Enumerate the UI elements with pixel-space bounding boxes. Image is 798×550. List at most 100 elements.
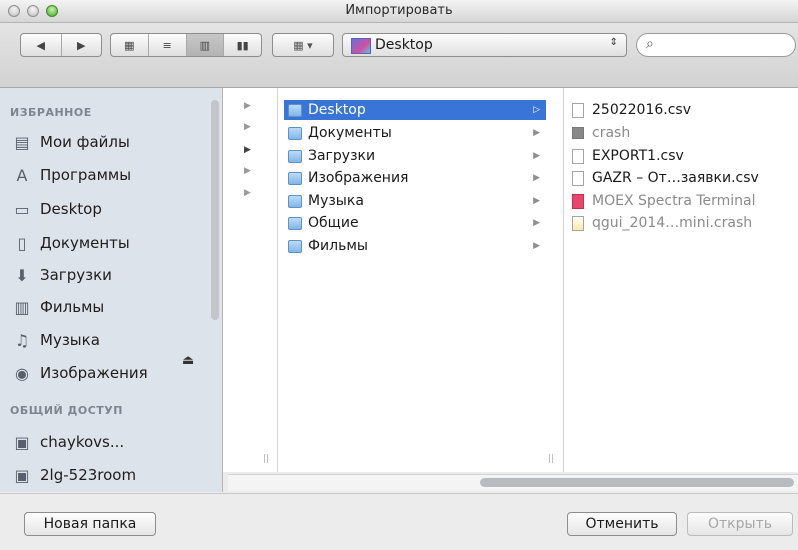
list-item: crash bbox=[572, 123, 630, 143]
column-2: Desktop ▷ Документы ▶ Загрузки ▶ Изображ… bbox=[278, 88, 564, 472]
sidebar: ИЗБРАННОЕ ▤ Мои файлы A Программы ▭ Desk… bbox=[0, 88, 223, 492]
sidebar-item-label: Загрузки bbox=[40, 266, 112, 284]
location-label: Desktop bbox=[375, 37, 433, 53]
computer-icon: ▣ bbox=[14, 432, 30, 452]
all-files-icon: ▤ bbox=[14, 132, 30, 152]
folder-icon bbox=[288, 103, 302, 117]
computer-icon: ▣ bbox=[14, 465, 30, 485]
document-icon bbox=[572, 102, 584, 118]
chevron-right-icon: ▶ bbox=[244, 145, 251, 155]
column-view-icon: ▥ bbox=[199, 38, 211, 52]
sidebar-item-label: Музыка bbox=[40, 331, 100, 349]
search-field[interactable]: ⌕ bbox=[636, 33, 796, 57]
list-view-button[interactable]: ≡ bbox=[149, 34, 187, 56]
folder-icon bbox=[288, 171, 302, 185]
document-icon bbox=[572, 148, 584, 164]
chevron-right-icon: ▶ bbox=[533, 241, 540, 251]
column-3: 25022016.csv crash EXPORT1.csv GAZR – От… bbox=[564, 88, 798, 472]
sidebar-item-music[interactable]: ♫ Музыка bbox=[12, 327, 100, 353]
list-item: qgui_2014…mini.crash bbox=[572, 213, 752, 233]
list-item[interactable]: Desktop ▷ bbox=[284, 100, 546, 120]
arrange-menu-button[interactable]: ▦ ▾ bbox=[272, 33, 334, 57]
coverflow-view-button[interactable]: ▮▮ bbox=[224, 34, 261, 56]
window-title: Импортировать bbox=[345, 3, 453, 18]
sidebar-item-shared-computer-2[interactable]: ▣ 2lg-523room bbox=[12, 462, 136, 488]
forward-button[interactable]: ▶ bbox=[62, 34, 102, 56]
list-item[interactable]: Документы ▶ bbox=[288, 123, 546, 143]
location-popup[interactable]: Desktop ⇕ bbox=[342, 33, 627, 57]
pictures-icon: ◉ bbox=[15, 363, 29, 383]
open-button[interactable]: Открыть bbox=[687, 512, 793, 536]
sidebar-item-label: chaykovs... bbox=[40, 433, 125, 451]
folder-icon bbox=[288, 216, 302, 230]
sidebar-item-label: Desktop bbox=[40, 200, 102, 218]
downloads-icon: ⬇ bbox=[15, 265, 29, 285]
sidebar-item-applications[interactable]: A Программы bbox=[12, 162, 132, 188]
scrollbar-thumb[interactable] bbox=[480, 478, 794, 487]
desktop-folder-icon bbox=[351, 38, 371, 54]
folder-icon bbox=[288, 194, 302, 208]
favorites-header: ИЗБРАННОЕ bbox=[10, 106, 92, 119]
cancel-button[interactable]: Отменить bbox=[567, 512, 677, 536]
column-view-button[interactable]: ▥ bbox=[186, 34, 225, 56]
movies-icon: ▥ bbox=[14, 297, 30, 317]
icon-view-button[interactable]: ▦ bbox=[111, 34, 149, 56]
list-item: MOEX Spectra Terminal bbox=[572, 191, 756, 211]
folder-icon bbox=[288, 149, 302, 163]
new-folder-button[interactable]: Новая папка bbox=[24, 512, 156, 536]
sidebar-item-label: Программы bbox=[40, 166, 132, 184]
back-forward-control: ◀ ▶ bbox=[20, 33, 102, 57]
chevron-right-icon: ▶ bbox=[244, 101, 251, 111]
eject-icon[interactable]: ⏏ bbox=[182, 353, 194, 368]
folder-icon bbox=[288, 239, 302, 253]
document-icon bbox=[572, 170, 584, 186]
sidebar-item-label: Мои файлы bbox=[40, 133, 130, 151]
chevron-right-icon: ▶ bbox=[533, 151, 540, 161]
sidebar-item-downloads[interactable]: ⬇ Загрузки bbox=[12, 262, 112, 288]
list-item[interactable]: Музыка ▶ bbox=[288, 191, 546, 211]
list-item[interactable]: 25022016.csv bbox=[572, 100, 691, 120]
list-view-icon: ≡ bbox=[162, 38, 172, 52]
column-resize-handle[interactable]: || bbox=[263, 454, 269, 464]
title-bar: Импортировать bbox=[0, 0, 798, 23]
sidebar-item-label: 2lg-523room bbox=[40, 466, 137, 484]
coverflow-view-icon: ▮▮ bbox=[236, 38, 249, 52]
sidebar-item-shared-computer-1[interactable]: ▣ chaykovs... bbox=[12, 429, 124, 455]
sidebar-item-documents[interactable]: ▯ Документы bbox=[12, 230, 130, 256]
sidebar-item-pictures[interactable]: ◉ Изображения bbox=[12, 360, 148, 386]
sidebar-item-label: Документы bbox=[40, 234, 130, 252]
column-browser: ▶ ▶ ▶ ▶ ▶ || Desktop ▷ Документы ▶ Загру… bbox=[223, 88, 798, 472]
chevron-right-icon: ▶ bbox=[77, 38, 86, 52]
sidebar-item-label: Фильмы bbox=[40, 298, 105, 316]
sidebar-item-movies[interactable]: ▥ Фильмы bbox=[12, 294, 104, 320]
list-item[interactable]: Общие ▶ bbox=[288, 213, 546, 233]
chevron-right-icon: ▶ bbox=[244, 122, 251, 132]
music-icon: ♫ bbox=[14, 330, 30, 350]
column-1: ▶ ▶ ▶ ▶ ▶ || bbox=[223, 88, 278, 472]
documents-icon: ▯ bbox=[17, 233, 27, 253]
sidebar-item-label: Изображения bbox=[40, 364, 148, 382]
desktop-icon: ▭ bbox=[14, 199, 30, 219]
crash-log-icon bbox=[572, 215, 584, 231]
column-resize-handle[interactable]: || bbox=[548, 454, 554, 464]
sidebar-item-desktop[interactable]: ▭ Desktop bbox=[12, 196, 102, 222]
list-item[interactable]: GAZR – От…заявки.csv bbox=[572, 168, 759, 188]
sidebar-item-all-files[interactable]: ▤ Мои файлы bbox=[12, 129, 130, 155]
back-button[interactable]: ◀ bbox=[21, 34, 62, 56]
chevron-left-icon: ◀ bbox=[36, 38, 45, 52]
list-item[interactable]: EXPORT1.csv bbox=[572, 146, 684, 166]
folder-icon bbox=[288, 126, 302, 140]
list-item[interactable]: Изображения ▶ bbox=[288, 168, 546, 188]
search-icon: ⌕ bbox=[646, 36, 654, 52]
horizontal-scrollbar[interactable] bbox=[228, 474, 798, 491]
sidebar-scrollbar[interactable] bbox=[211, 100, 219, 320]
list-item[interactable]: Фильмы ▶ bbox=[288, 236, 546, 256]
chevron-right-icon: ▶ bbox=[244, 188, 251, 198]
moex-app-icon bbox=[572, 193, 584, 209]
chevron-right-icon: ▶ bbox=[533, 128, 540, 138]
chevron-right-icon: ▶ bbox=[533, 196, 540, 206]
chevron-right-icon: ▶ bbox=[244, 166, 251, 176]
list-item[interactable]: Загрузки ▶ bbox=[288, 146, 546, 166]
chevron-right-icon: ▶ bbox=[533, 218, 540, 228]
up-down-arrows-icon: ⇕ bbox=[609, 37, 618, 48]
